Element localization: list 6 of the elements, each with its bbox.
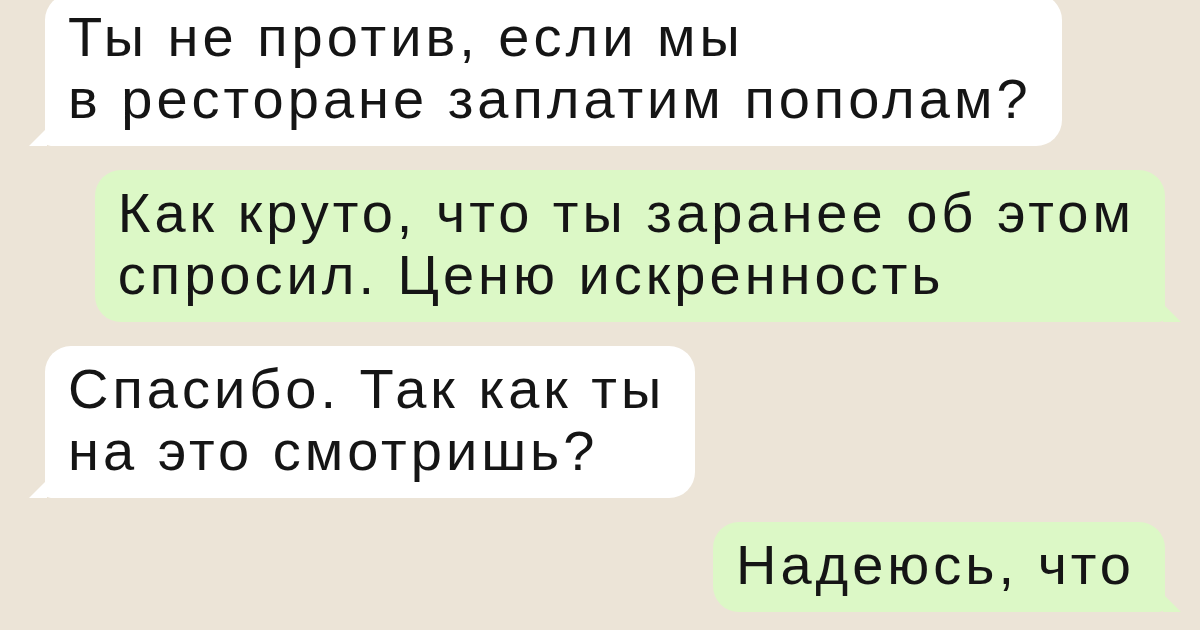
sent-message: Надеюсь, что bbox=[712, 522, 1165, 612]
sent-message: Как круто, что ты заранее об этом спросил. Ценю искренность bbox=[94, 170, 1165, 322]
bubble-tail bbox=[29, 480, 47, 498]
bubble-tail bbox=[29, 128, 47, 146]
received-message: Спасибо. Так как ты на это смотришь? bbox=[45, 346, 696, 498]
received-message: Ты не против, если мы в ресторане заплатим пополам? bbox=[45, 0, 1062, 146]
